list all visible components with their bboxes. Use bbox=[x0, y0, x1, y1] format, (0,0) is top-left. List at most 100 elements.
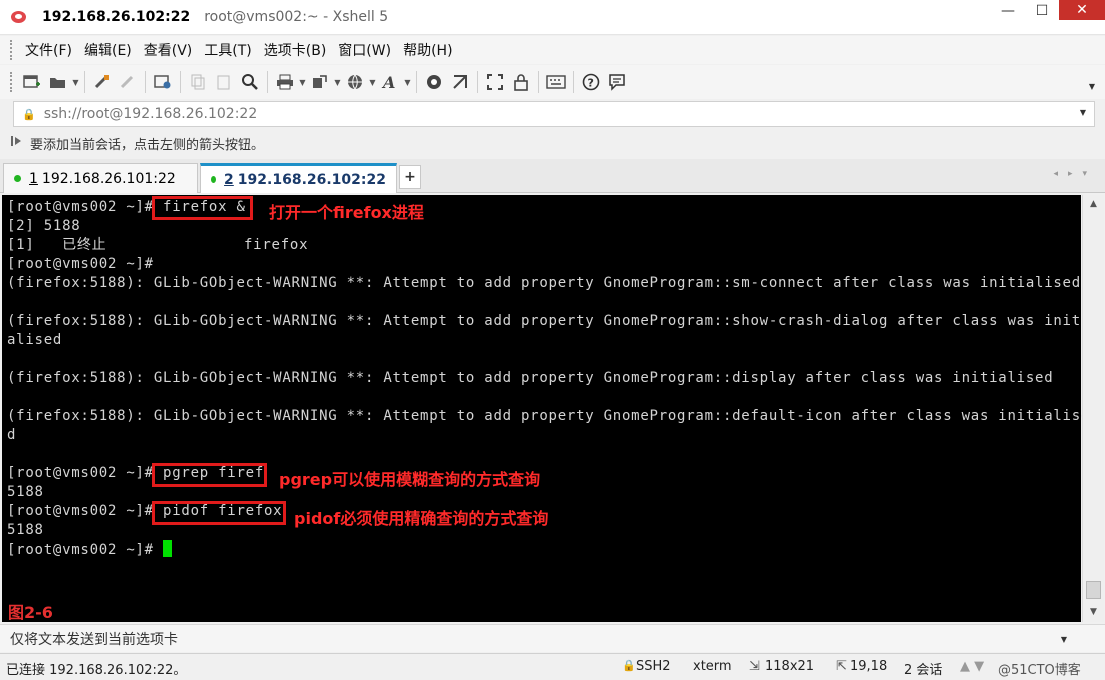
window-title-host: 192.168.26.102:22 bbox=[42, 9, 191, 25]
terminal-line: [1] 已终止 firefox bbox=[7, 237, 309, 253]
watermark: @51CTO博客 bbox=[998, 663, 1081, 678]
properties-icon[interactable] bbox=[150, 69, 176, 95]
terminal-line: d bbox=[7, 427, 17, 443]
compose-target-label[interactable]: 仅将文本发送到当前选项卡 bbox=[10, 629, 178, 649]
close-button[interactable]: ✕ bbox=[1059, 0, 1105, 20]
address-bar[interactable]: 🔒 ssh://root@192.168.26.102:22 ▼ bbox=[13, 101, 1095, 127]
add-session-arrow-icon[interactable] bbox=[10, 134, 24, 152]
connected-status-icon bbox=[14, 175, 21, 182]
maximize-button[interactable]: ☐ bbox=[1025, 0, 1059, 22]
menu-file[interactable]: 文件(F) bbox=[19, 40, 78, 60]
annotation-pgrep: pgrep可以使用模糊查询的方式查询 bbox=[279, 470, 541, 489]
xshell-logo-icon bbox=[10, 9, 28, 25]
terminal-size-status: 118x21 bbox=[765, 659, 815, 674]
menu-help[interactable]: 帮助(H) bbox=[397, 40, 458, 60]
new-session-icon[interactable] bbox=[19, 69, 45, 95]
toolbar-separator bbox=[84, 71, 85, 93]
print-icon[interactable] bbox=[272, 69, 298, 95]
session-hint-bar: 要添加当前会话，点击左侧的箭头按钮。 bbox=[0, 130, 1105, 156]
print-dropdown-arrow-icon[interactable]: ▼ bbox=[298, 78, 307, 87]
toolbar-separator bbox=[145, 71, 146, 93]
transfer-icon[interactable] bbox=[307, 69, 333, 95]
disconnect-icon[interactable] bbox=[115, 69, 141, 95]
terminal-cursor bbox=[163, 540, 173, 557]
chat-icon[interactable] bbox=[604, 69, 630, 95]
lock-icon[interactable] bbox=[508, 69, 534, 95]
menu-tools[interactable]: 工具(T) bbox=[198, 40, 257, 60]
menu-view[interactable]: 查看(V) bbox=[138, 40, 199, 60]
status-arrows-icon[interactable]: ▲ ▼ bbox=[960, 659, 984, 674]
terminal-line: (firefox:5188): GLib-GObject-WARNING **:… bbox=[7, 370, 1054, 386]
terminal-line: 5188 bbox=[7, 484, 44, 500]
svg-text:?: ? bbox=[588, 77, 594, 90]
minimize-button[interactable]: — bbox=[991, 0, 1025, 22]
copy-icon[interactable] bbox=[185, 69, 211, 95]
terminal-type-status: xterm bbox=[693, 659, 732, 674]
toolbar-separator bbox=[477, 71, 478, 93]
terminal-line: (firefox:5188): GLib-GObject-WARNING **:… bbox=[7, 275, 1081, 291]
terminal-scrollbar[interactable]: ▲ ▼ bbox=[1082, 195, 1104, 622]
toolbar-grip[interactable] bbox=[10, 72, 13, 92]
connected-status-icon bbox=[211, 176, 217, 183]
keyboard-icon[interactable] bbox=[543, 69, 569, 95]
fullscreen-icon[interactable] bbox=[482, 69, 508, 95]
open-dropdown-arrow-icon[interactable]: ▼ bbox=[71, 78, 80, 87]
xftp-icon[interactable] bbox=[447, 69, 473, 95]
paste-icon[interactable] bbox=[211, 69, 237, 95]
session-count-status: 2 会话 bbox=[904, 663, 943, 678]
terminal-line: [root@vms002 ~]# bbox=[7, 256, 154, 272]
title-bar: 192.168.26.102:22 root@vms002:~ - Xshell… bbox=[0, 0, 1105, 35]
terminal-prompt-line: [root@vms002 ~]# bbox=[7, 540, 173, 560]
globe-icon[interactable] bbox=[342, 69, 368, 95]
ssh-lock-icon: 🔒 bbox=[622, 659, 636, 672]
annotation-firefox: 打开一个firefox进程 bbox=[269, 203, 424, 222]
annotation-pidof: pidof必须使用精确查询的方式查询 bbox=[294, 509, 549, 528]
terminal-line: (firefox:5188): GLib-GObject-WARNING **:… bbox=[7, 408, 1091, 424]
add-tab-button[interactable]: + bbox=[399, 165, 421, 189]
toolbar-separator bbox=[416, 71, 417, 93]
toolbar-separator bbox=[538, 71, 539, 93]
tab-bar: 1 192.168.26.101:22 2 192.168.26.102:22 … bbox=[0, 159, 1105, 193]
tab-session-2[interactable]: 2 192.168.26.102:22 bbox=[200, 163, 397, 193]
globe-dropdown-arrow-icon[interactable]: ▼ bbox=[368, 78, 377, 87]
open-folder-icon[interactable] bbox=[45, 69, 71, 95]
window-title: root@vms002:~ - Xshell 5 bbox=[204, 9, 389, 25]
highlight-box-pidof bbox=[152, 501, 286, 525]
highlight-box-firefox bbox=[152, 196, 253, 220]
toolbar-overflow-arrow-icon[interactable]: ▼ bbox=[1089, 82, 1095, 91]
address-lock-icon: 🔒 bbox=[22, 107, 36, 121]
menu-grip[interactable] bbox=[10, 40, 13, 60]
menu-window[interactable]: 窗口(W) bbox=[332, 40, 397, 60]
terminal-line: [2] 5188 bbox=[7, 218, 81, 234]
scroll-up-icon[interactable]: ▲ bbox=[1083, 195, 1104, 212]
tab-scroll-arrows-icon[interactable]: ◂▸▾ bbox=[1053, 169, 1097, 179]
connect-icon[interactable] bbox=[89, 69, 115, 95]
transfer-dropdown-arrow-icon[interactable]: ▼ bbox=[333, 78, 342, 87]
toolbar-separator bbox=[180, 71, 181, 93]
menu-bar: 文件(F) 编辑(E) 查看(V) 工具(T) 选项卡(B) 窗口(W) 帮助(… bbox=[0, 36, 1105, 64]
terminal-line: 5188 bbox=[7, 522, 44, 538]
figure-label: 图2-6 bbox=[8, 603, 53, 622]
address-dropdown-icon[interactable]: ▼ bbox=[1080, 108, 1086, 117]
xshell-icon[interactable] bbox=[421, 69, 447, 95]
help-icon[interactable]: ? bbox=[578, 69, 604, 95]
tab-number: 1 bbox=[29, 170, 38, 187]
scroll-down-icon[interactable]: ▼ bbox=[1083, 603, 1104, 620]
connection-status: 已连接 192.168.26.102:22。 bbox=[6, 663, 187, 678]
find-icon[interactable] bbox=[237, 69, 263, 95]
address-url[interactable]: ssh://root@192.168.26.102:22 bbox=[44, 106, 258, 122]
highlight-box-pgrep bbox=[152, 463, 267, 487]
terminal[interactable]: [root@vms002 ~]# firefox & [2] 5188 [1] … bbox=[2, 195, 1089, 622]
tab-label: 192.168.26.101:22 bbox=[41, 170, 176, 187]
compose-bar[interactable]: 仅将文本发送到当前选项卡 ▼ bbox=[0, 624, 1105, 652]
font-dropdown-arrow-icon[interactable]: ▼ bbox=[403, 78, 412, 87]
menu-tabs[interactable]: 选项卡(B) bbox=[258, 40, 333, 60]
scrollbar-thumb[interactable] bbox=[1086, 581, 1101, 599]
status-bar: 已连接 192.168.26.102:22。 🔒 SSH2 xterm ⇲ 11… bbox=[0, 653, 1105, 680]
toolbar: ▼ ▼ ▼ ▼ A ▼ ? ▼ bbox=[0, 65, 1105, 99]
window-size-icon: ⇲ bbox=[749, 659, 760, 674]
font-icon[interactable]: A bbox=[377, 69, 403, 95]
tab-session-1[interactable]: 1 192.168.26.101:22 bbox=[3, 163, 198, 193]
compose-dropdown-icon[interactable]: ▼ bbox=[1061, 635, 1067, 644]
menu-edit[interactable]: 编辑(E) bbox=[78, 40, 138, 60]
